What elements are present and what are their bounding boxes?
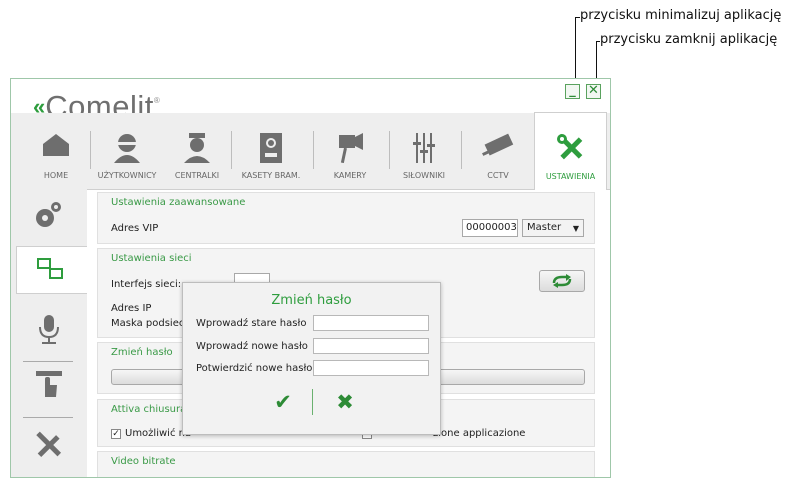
tab-concierge-label: CENTRALKI xyxy=(174,171,220,180)
confirm-password-input[interactable] xyxy=(313,360,429,376)
refresh-button[interactable] xyxy=(539,270,585,292)
confirm-button[interactable]: ✔ xyxy=(272,391,294,413)
role-select[interactable]: Master ▼ xyxy=(522,219,584,237)
minimize-button[interactable]: _ xyxy=(565,84,580,99)
old-password-label: Wprowadź stare hasło xyxy=(196,318,307,329)
vip-address-field[interactable]: 00000003 xyxy=(462,219,518,237)
callout-close: przycisku zamknij aplikację xyxy=(600,32,778,47)
cancel-button[interactable]: ✖ xyxy=(334,391,356,413)
tools-icon xyxy=(36,431,62,458)
network-interface-label: Interfejs sieci: xyxy=(111,279,182,290)
sidebar-item-network[interactable] xyxy=(16,246,87,294)
ip-address-label: Adres IP xyxy=(111,303,152,314)
callout-minimize: przycisku minimalizuj aplikację xyxy=(580,8,782,23)
role-select-value: Master xyxy=(527,222,562,233)
tab-cameras[interactable]: KAMERY xyxy=(315,113,385,189)
sidebar-divider xyxy=(23,361,73,362)
tab-cameras-label: KAMERY xyxy=(333,171,367,180)
tab-separator xyxy=(313,131,314,169)
microphone-icon xyxy=(39,315,59,344)
tab-door-panels[interactable]: KASETY BRAM. xyxy=(233,113,309,189)
tab-home-label: HOME xyxy=(43,171,69,180)
dropdown-arrow-icon: ▼ xyxy=(572,224,579,233)
enable-checkbox[interactable]: ✓ xyxy=(111,429,121,439)
tab-concierge[interactable]: CENTRALKI xyxy=(167,113,227,189)
tab-cctv[interactable]: CCTV xyxy=(463,113,533,189)
tab-cctv-label: CCTV xyxy=(487,171,509,180)
tab-separator xyxy=(231,131,232,169)
sidebar-item-touch[interactable] xyxy=(11,363,87,411)
tab-separator xyxy=(389,131,390,169)
section-advanced: Ustawienia zaawansowane Adres VIP 000000… xyxy=(97,192,595,244)
change-password-dialog: Zmień hasło Wprowadź stare hasło Wprowad… xyxy=(182,282,441,435)
sidebar-item-tools[interactable] xyxy=(11,421,87,469)
callout-line-close-v xyxy=(596,41,597,83)
tab-actuators[interactable]: SIŁOWNIKI xyxy=(391,113,457,189)
tab-users-label: UŻYTKOWNICY xyxy=(97,171,157,180)
sidebar-item-audio[interactable] xyxy=(11,307,87,355)
vip-address-label: Adres VIP xyxy=(111,223,159,234)
tab-bar: HOME UŻYTKOWNICY CENTRALKI KASETY BRAM. … xyxy=(11,112,610,190)
network-icon xyxy=(37,258,63,279)
tab-door-panels-label: KASETY BRAM. xyxy=(241,171,301,180)
dialog-title: Zmień hasło xyxy=(271,293,352,308)
cctv-icon xyxy=(482,133,514,156)
section-advanced-title: Ustawienia zaawansowane xyxy=(111,197,246,208)
touch-icon xyxy=(36,371,62,397)
actuator-icon xyxy=(413,133,435,163)
tab-separator xyxy=(461,131,462,169)
close-button[interactable]: ✕ xyxy=(586,84,601,99)
section-password-title: Zmień hasło xyxy=(111,347,173,358)
sidebar xyxy=(11,189,87,477)
settings-tools-icon xyxy=(556,133,582,160)
tab-home[interactable]: HOME xyxy=(27,113,85,189)
tab-actuators-label: SIŁOWNIKI xyxy=(402,171,446,180)
confirm-password-label: Potwierdzić nowe hasło xyxy=(196,363,313,374)
gears-icon xyxy=(36,202,61,227)
cancel-icon: ✖ xyxy=(336,390,354,414)
callout-line-minimize-v xyxy=(575,17,576,83)
door-panel-icon xyxy=(260,133,282,163)
tab-users[interactable]: UŻYTKOWNICY xyxy=(91,113,163,189)
camera-icon xyxy=(339,133,363,163)
section-closure-title: Attiva chiusura/ xyxy=(111,404,190,415)
subnet-mask-label: Maska podsieci xyxy=(111,318,188,329)
old-password-input[interactable] xyxy=(313,315,429,331)
sidebar-item-advanced[interactable] xyxy=(11,191,87,239)
new-password-label: Wprowadź nowe hasło xyxy=(196,341,308,352)
section-network-title: Ustawienia sieci xyxy=(111,253,192,264)
tab-settings-label: USTAWIENIA xyxy=(545,172,596,181)
sidebar-divider xyxy=(23,417,73,418)
tab-settings[interactable]: USTAWIENIA xyxy=(534,112,607,190)
dialog-button-separator xyxy=(312,389,313,415)
checkmark-icon: ✔ xyxy=(274,390,292,414)
refresh-icon xyxy=(552,274,572,288)
section-video-title: Video bitrate xyxy=(111,456,176,467)
section-video: Video bitrate xyxy=(97,451,595,477)
new-password-input[interactable] xyxy=(313,338,429,354)
home-icon xyxy=(43,134,69,156)
concierge-icon xyxy=(184,133,210,163)
user-icon xyxy=(114,134,140,163)
app-closure-checkbox-label: zione applicazione xyxy=(433,428,526,439)
